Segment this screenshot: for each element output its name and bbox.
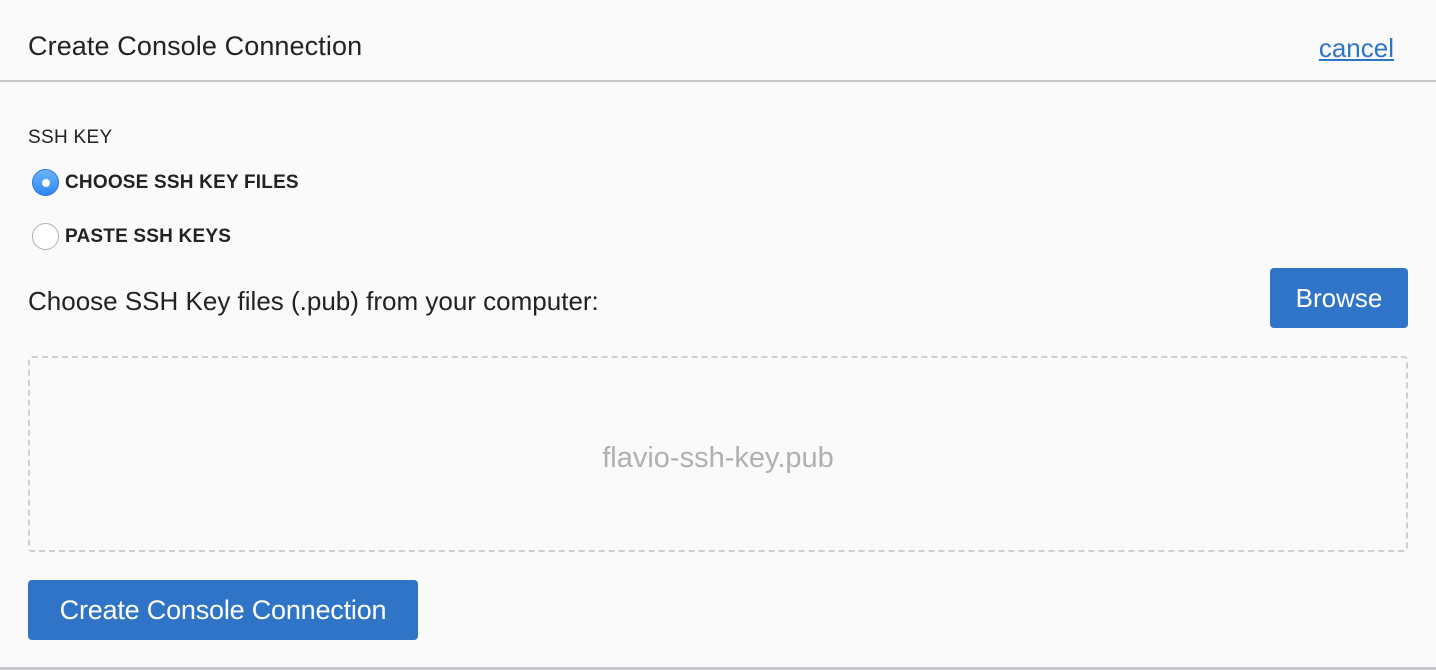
file-drop-zone[interactable]: flavio-ssh-key.pub <box>28 356 1408 552</box>
create-console-connection-button[interactable]: Create Console Connection <box>28 580 418 640</box>
radio-label-paste-keys: PASTE SSH KEYS <box>65 225 232 247</box>
cancel-link[interactable]: cancel <box>1319 33 1394 64</box>
ssh-key-section-label: SSH KEY <box>28 127 113 148</box>
radio-option-choose-files[interactable]: CHOOSE SSH KEY FILES <box>32 169 299 196</box>
radio-button-choose-files[interactable] <box>32 169 59 196</box>
create-console-connection-dialog: Create Console Connection cancel SSH KEY… <box>0 0 1436 670</box>
radio-option-paste-keys[interactable]: PASTE SSH KEYS <box>32 223 231 250</box>
dialog-title: Create Console Connection <box>28 31 363 61</box>
selected-file-name: flavio-ssh-key.pub <box>602 441 834 474</box>
choose-files-prompt: Choose SSH Key files (.pub) from your co… <box>28 286 599 316</box>
dialog-header: Create Console Connection cancel <box>0 0 1436 82</box>
radio-button-paste-keys[interactable] <box>32 223 59 250</box>
browse-button[interactable]: Browse <box>1270 268 1408 328</box>
radio-label-choose-files: CHOOSE SSH KEY FILES <box>65 171 299 193</box>
